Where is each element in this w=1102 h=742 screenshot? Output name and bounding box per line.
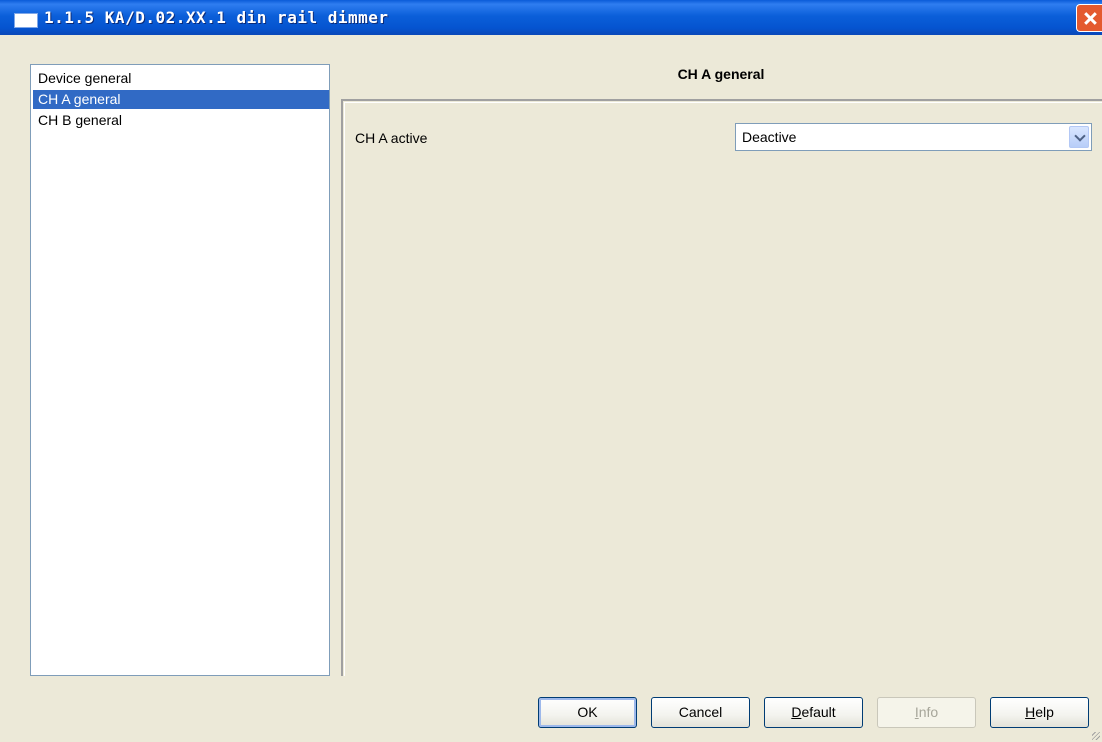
- parameter-nav-list[interactable]: Device general CH A general CH B general: [30, 64, 330, 676]
- close-button[interactable]: [1076, 4, 1102, 32]
- section-title: CH A general: [677, 66, 765, 82]
- default-button[interactable]: Default: [764, 697, 863, 728]
- nav-item-ch-a-general[interactable]: CH A general: [33, 90, 329, 109]
- ch-a-active-label: CH A active: [355, 130, 428, 146]
- nav-item-device-general[interactable]: Device general: [33, 69, 329, 88]
- info-button: Info: [877, 697, 976, 728]
- ch-a-active-value: Deactive: [742, 129, 797, 145]
- parameter-panel: [341, 99, 1102, 676]
- help-button[interactable]: Help: [990, 697, 1089, 728]
- ch-a-active-select[interactable]: Deactive: [735, 123, 1092, 151]
- title-bar[interactable]: 1.1.5 KA/D.02.XX.1 din rail dimmer: [0, 0, 1102, 35]
- cancel-button[interactable]: Cancel: [651, 697, 750, 728]
- window-icon: [14, 13, 38, 28]
- chevron-down-icon[interactable]: [1069, 126, 1089, 148]
- nav-item-ch-b-general[interactable]: CH B general: [33, 111, 329, 130]
- resize-grip-icon[interactable]: [1092, 732, 1100, 740]
- window-title: 1.1.5 KA/D.02.XX.1 din rail dimmer: [44, 8, 389, 27]
- ok-button[interactable]: OK: [538, 697, 637, 728]
